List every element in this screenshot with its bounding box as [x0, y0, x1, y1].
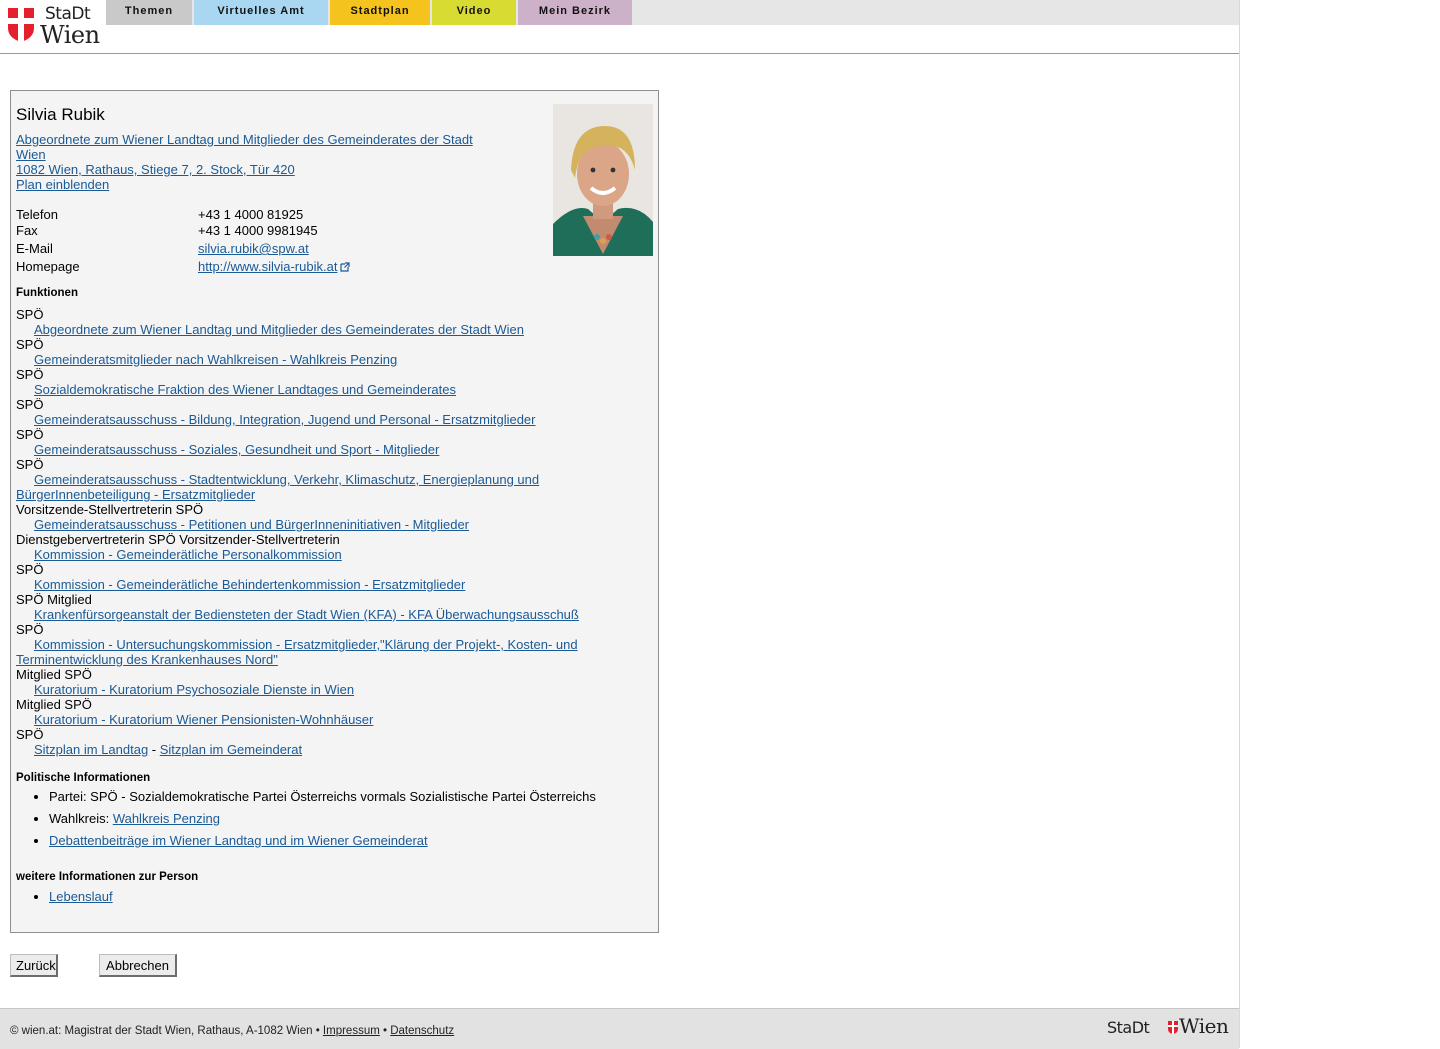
address-link[interactable]: 1082 Wien, Rathaus, Stiege 7, 2. Stock, …: [16, 162, 295, 177]
debates-item: Debattenbeiträge im Wiener Landtag und i…: [49, 833, 649, 848]
politics-list: Partei: SPÖ - Sozialdemokratische Partei…: [16, 789, 649, 855]
seat-plan-gemeinderat-link[interactable]: Sitzplan im Gemeinderat: [160, 742, 302, 757]
phone-label: Telefon: [16, 207, 58, 222]
footer: © wien.at: Magistrat der Stadt Wien, Rat…: [0, 1008, 1239, 1049]
more-info-heading: weitere Informationen zur Person: [16, 871, 199, 883]
homepage-value: http://www.silvia-rubik.at: [198, 259, 351, 274]
page: StaDt Wien Themen Virtuelles Amt Stadtpl…: [0, 0, 1240, 1049]
function-link[interactable]: Kommission - Untersuchungskommission - E…: [16, 637, 578, 667]
function-role: Dienstgebervertreterin SPÖ Vorsitzender-…: [16, 532, 340, 547]
position-line-1: Abgeordnete zum Wiener Landtag und Mitgl…: [16, 132, 473, 147]
function-role: SPÖ: [16, 622, 44, 637]
party-item: Partei: SPÖ - Sozialdemokratische Partei…: [49, 789, 649, 804]
footer-logo-wien: Wien: [1179, 1014, 1229, 1038]
fax-value: +43 1 4000 9981945: [198, 223, 318, 238]
fax-label: Fax: [16, 223, 38, 238]
functions-list: SPÖ Abgeordnete zum Wiener Landtag und M…: [16, 307, 616, 757]
seat-plan-landtag-link[interactable]: Sitzplan im Landtag: [34, 742, 148, 757]
cancel-button[interactable]: Abbrechen: [99, 954, 177, 977]
seat-plan-separator: -: [148, 742, 160, 757]
function-link[interactable]: Sozialdemokratische Fraktion des Wiener …: [34, 382, 456, 397]
position-link[interactable]: Abgeordnete zum Wiener Landtag und Mitgl…: [16, 132, 473, 162]
homepage-link[interactable]: http://www.silvia-rubik.at: [198, 259, 337, 274]
tab-stadtplan[interactable]: Stadtplan: [330, 0, 430, 25]
footer-logo[interactable]: StaDt Wien: [1107, 1014, 1231, 1039]
function-role: SPÖ: [16, 367, 44, 382]
impressum-link[interactable]: Impressum: [323, 1025, 380, 1037]
function-role: SPÖ: [16, 457, 44, 472]
district-label: Wahlkreis:: [49, 811, 113, 826]
functions-heading: Funktionen: [16, 287, 78, 299]
email-label: E-Mail: [16, 241, 53, 256]
function-role: SPÖ: [16, 337, 44, 352]
function-link[interactable]: Gemeinderatsmitglieder nach Wahlkreisen …: [34, 352, 397, 367]
privacy-link[interactable]: Datenschutz: [390, 1025, 454, 1037]
email-link[interactable]: silvia.rubik@spw.at: [198, 241, 309, 256]
district-item: Wahlkreis: Wahlkreis Penzing: [49, 811, 649, 826]
header: StaDt Wien Themen Virtuelles Amt Stadtpl…: [0, 0, 1239, 54]
cv-item: Lebenslauf: [49, 889, 113, 904]
footer-copyright: © wien.at: Magistrat der Stadt Wien, Rat…: [10, 1025, 323, 1037]
function-role: SPÖ: [16, 727, 44, 742]
tab-mein-bezirk[interactable]: Mein Bezirk: [518, 0, 632, 25]
person-name: Silvia Rubik: [16, 105, 105, 124]
stadt-wien-logo[interactable]: StaDt Wien: [6, 4, 102, 49]
district-link[interactable]: Wahlkreis Penzing: [113, 811, 220, 826]
vienna-shield-icon: [8, 8, 34, 42]
footer-text: © wien.at: Magistrat der Stadt Wien, Rat…: [10, 1025, 454, 1037]
function-role: SPÖ: [16, 427, 44, 442]
external-link-icon: [340, 262, 351, 272]
homepage-label: Homepage: [16, 259, 80, 274]
position-line-2: Wien: [16, 147, 46, 162]
function-role: Mitglied SPÖ: [16, 697, 92, 712]
footer-logo-stadt: StaDt: [1107, 1018, 1150, 1037]
function-role: Vorsitzende-Stellvertreterin SPÖ: [16, 502, 204, 517]
tab-virtuelles-amt[interactable]: Virtuelles Amt: [194, 0, 328, 25]
function-link[interactable]: Gemeinderatsausschuss - Soziales, Gesund…: [34, 442, 439, 457]
function-role: SPÖ: [16, 397, 44, 412]
vienna-shield-small-icon: [1168, 1021, 1178, 1034]
tab-themen[interactable]: Themen: [106, 0, 192, 25]
contact-table: Telefon +43 1 4000 81925 Fax +43 1 4000 …: [16, 207, 536, 275]
function-link[interactable]: Kuratorium - Kuratorium Psychosoziale Di…: [34, 682, 354, 697]
function-link[interactable]: Abgeordnete zum Wiener Landtag und Mitgl…: [34, 322, 524, 337]
tab-video[interactable]: Video: [432, 0, 516, 25]
function-link[interactable]: Gemeinderatsausschuss - Bildung, Integra…: [34, 412, 536, 427]
debates-link[interactable]: Debattenbeiträge im Wiener Landtag und i…: [49, 833, 428, 848]
right-gutter: [1240, 0, 1440, 1048]
function-role: Mitglied SPÖ: [16, 667, 92, 682]
function-link[interactable]: Kommission - Gemeinderätliche Behinderte…: [34, 577, 465, 592]
show-map-link[interactable]: Plan einblenden: [16, 177, 109, 192]
footer-separator: •: [379, 1025, 391, 1037]
function-link[interactable]: Gemeinderatsausschuss - Petitionen und B…: [34, 517, 469, 532]
function-link[interactable]: Kommission - Gemeinderätliche Personalko…: [34, 547, 342, 562]
function-link[interactable]: Kuratorium - Kuratorium Wiener Pensionis…: [34, 712, 373, 727]
logo-text-wien: Wien: [40, 21, 100, 49]
phone-value: +43 1 4000 81925: [198, 207, 304, 222]
function-link[interactable]: Krankenfürsorgeanstalt der Bediensteten …: [34, 607, 579, 622]
function-role: SPÖ: [16, 307, 44, 322]
function-link[interactable]: Gemeinderatsausschuss - Stadtentwicklung…: [16, 472, 539, 502]
function-role: SPÖ Mitglied: [16, 592, 92, 607]
back-button[interactable]: Zurück: [10, 954, 58, 977]
person-portrait: [553, 104, 653, 256]
cv-link[interactable]: Lebenslauf: [49, 889, 113, 904]
more-info-list: Lebenslauf: [16, 889, 113, 904]
politics-heading: Politische Informationen: [16, 772, 151, 784]
function-role: SPÖ: [16, 562, 44, 577]
address-block: Abgeordnete zum Wiener Landtag und Mitgl…: [16, 132, 486, 192]
person-detail-box: Silvia Rubik Abgeordnete zum Wiener Land…: [10, 90, 659, 933]
seat-plan-links: Sitzplan im Landtag - Sitzplan im Gemein…: [16, 742, 616, 757]
